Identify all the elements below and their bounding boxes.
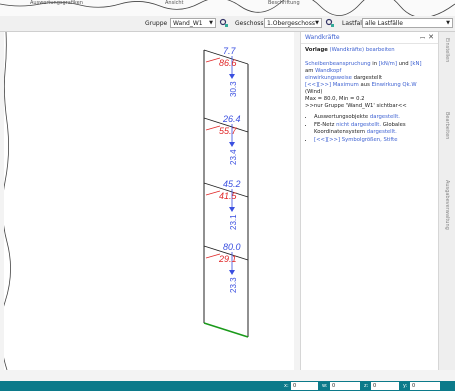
section-red-value: 55.7 (219, 126, 238, 136)
red-marker-line (205, 125, 221, 131)
gruppe-select[interactable]: Wand_W1 ▼ (170, 18, 216, 28)
description-block: Scheibenbeanspruchung in [kN/m] und [kN]… (305, 61, 434, 110)
result-info-panel: Wandkräfte ꟷ ✕ Vorlage (Wandkräfte) bear… (300, 32, 438, 370)
text-dargestellt: dargestellt (353, 75, 383, 81)
section-red-value: 41.5 (219, 191, 238, 201)
canvas-left-edge (4, 32, 11, 370)
wandkopf-link[interactable]: Wandkopf (315, 68, 341, 74)
geschoss-select[interactable]: 1.Obergeschoss ▼ (264, 18, 322, 28)
storey-filter-icon[interactable] (325, 18, 335, 28)
wall-labels: 7.7 86.6 30.3 26.4 55.7 23.4 45.2 41.5 23.1 80.0 2… (205, 46, 241, 293)
force-arrow-head (229, 207, 235, 212)
group-filter-icon[interactable] (219, 18, 229, 28)
vorlage-link[interactable]: (Wandkräfte) (330, 47, 365, 53)
x-coord-label: x: (284, 383, 289, 389)
section-vertical-value: 23.1 (229, 214, 238, 230)
tab-bearbeiten[interactable]: Bearbeiten (444, 112, 450, 139)
section-red-value: 86.6 (219, 58, 237, 68)
text-am: am (305, 68, 314, 74)
lastfall-select-value: alle Lastfälle (365, 20, 403, 27)
panel-header: Wandkräfte ꟷ ✕ (301, 32, 438, 44)
panel-title: Wandkräfte (305, 34, 340, 41)
section-top-value: 26.4 (222, 114, 241, 124)
section-vertical-value: 23.3 (229, 277, 238, 293)
maximum-link[interactable]: Maximum (333, 82, 359, 88)
ribbon-strip: Auswertungsgrafiken Ansicht Beschriftung (0, 0, 455, 16)
scheibenbeanspruchung-link[interactable]: Scheibenbeanspruchung (305, 61, 371, 67)
pin-icon[interactable]: ꟷ (420, 34, 425, 42)
list-item: [<<][>>] Symbolgrößen, Stifte (314, 137, 434, 144)
side-tab-strip: Einstellen Bearbeiten Ausgabeverwaltung (438, 32, 455, 370)
list-item: Auswertungsobjekte dargestellt. (314, 114, 434, 121)
bearbeiten-link[interactable]: bearbeiten (366, 47, 395, 53)
tab-einstellen[interactable]: Einstellen (444, 38, 450, 62)
wind-text: (Wind) (305, 89, 323, 95)
auswertungsobjekte-link[interactable]: dargestellt. (370, 114, 400, 120)
y-coord-label: y: (403, 383, 408, 389)
section-top-value: 80.0 (223, 242, 241, 252)
geschoss-select-value: 1.Obergeschoss (267, 20, 315, 27)
symbol-step-arrows-link[interactable]: [<<][>>] (314, 137, 340, 143)
fe-netz-text: FE-Netz (314, 122, 335, 128)
group-visibility-text: >>nur Gruppe 'Wand_W1' sichtbar<< (305, 103, 407, 109)
einwirkungsweise-link[interactable]: einwirkungsweise (305, 75, 352, 81)
section-top-value: 7.7 (223, 46, 237, 56)
x-coord-field[interactable]: 0 (291, 382, 318, 390)
lastfall-label: Lastfall (342, 20, 364, 27)
vorlage-label: Vorlage (305, 47, 328, 53)
unit-knm-link[interactable]: [kN/m] (379, 61, 397, 67)
tab-ausgabeverwaltung[interactable]: Ausgabeverwaltung (444, 180, 450, 230)
symbolgroessen-link[interactable]: Symbolgrößen, (342, 137, 382, 143)
graphics-canvas[interactable]: 7.7 86.6 30.3 26.4 55.7 23.4 45.2 41.5 23.1 80.0 2… (4, 32, 294, 370)
max-min-text: Max = 80.0, Min = 0.2 (305, 96, 365, 102)
text-in: in (372, 61, 378, 67)
section-vertical-value: 23.4 (229, 149, 238, 165)
fe-netz-link[interactable]: nicht dargestellt. (336, 122, 381, 128)
list-item: FE-Netz nicht dargestellt. Globales Koor… (314, 122, 434, 136)
red-marker-line (205, 57, 221, 63)
panel-body: Vorlage (Wandkräfte) bearbeiten Scheiben… (301, 44, 438, 148)
section-vertical-value: 30.3 (229, 81, 238, 97)
gruppe-select-value: Wand_W1 (173, 20, 203, 27)
w-coord-label: w: (322, 383, 328, 389)
koordinatensystem-link[interactable]: dargestellt. (367, 129, 397, 135)
red-marker-line (205, 190, 221, 196)
chevron-down-icon: ▼ (315, 20, 319, 26)
unit-kn-link[interactable]: [kN] (410, 61, 421, 67)
force-arrow-head (229, 142, 235, 147)
settings-list: Auswertungsobjekte dargestellt. FE-Netz … (305, 114, 434, 144)
ribbon-label-auswertungsgrafiken: Auswertungsgrafiken (30, 0, 83, 6)
chevron-down-icon: ▼ (446, 20, 450, 26)
force-arrow-head (229, 74, 235, 79)
filter-toolbar: Gruppe Wand_W1 ▼ Geschoss 1.Obergeschoss… (0, 16, 455, 32)
vorlage-line: Vorlage (Wandkräfte) bearbeiten (305, 47, 434, 54)
section-top-value: 45.2 (223, 179, 241, 189)
red-marker-line (205, 253, 221, 259)
ribbon-label-ansicht: Ansicht (165, 0, 184, 6)
step-arrows-link[interactable]: [<<][>>] (305, 82, 331, 88)
text-und: und (398, 61, 409, 67)
ribbon-label-beschriftung: Beschriftung (268, 0, 300, 6)
section-red-value: 29.1 (218, 254, 237, 264)
einwirkung-link[interactable]: Einwirkung Qk.W (372, 82, 417, 88)
force-arrow-head (229, 270, 235, 275)
z-coord-label: z: (364, 383, 369, 389)
text-aus: aus (360, 82, 370, 88)
wall-drawing: 7.7 86.6 30.3 26.4 55.7 23.4 45.2 41.5 23.1 80.0 2… (4, 32, 249, 370)
status-bar: x: 0 w: 0 z: 0 y: 0 (0, 381, 455, 391)
chevron-down-icon: ▼ (209, 20, 213, 26)
wall-base-line (203, 322, 249, 338)
auswertungsobjekte-text: Auswertungsobjekte (314, 114, 369, 120)
lastfall-select[interactable]: alle Lastfälle ▼ (362, 18, 453, 28)
stifte-link[interactable]: Stifte (383, 137, 397, 143)
close-icon[interactable]: ✕ (428, 33, 434, 41)
w-coord-field[interactable]: 0 (330, 382, 360, 390)
z-coord-field[interactable]: 0 (371, 382, 399, 390)
y-coord-field[interactable]: 0 (410, 382, 440, 390)
gruppe-label: Gruppe (145, 20, 168, 27)
geschoss-label: Geschoss (235, 20, 264, 27)
